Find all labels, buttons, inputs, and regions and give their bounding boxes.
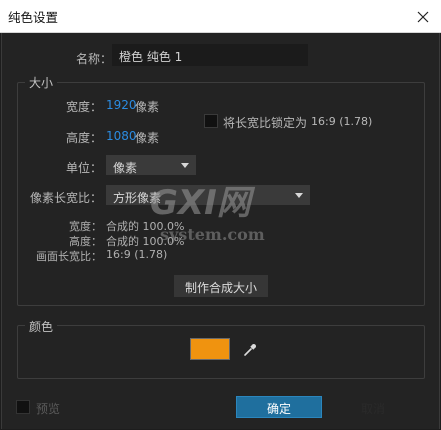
cancel-button[interactable]: 取消 bbox=[330, 396, 416, 418]
make-comp-size-button[interactable]: 制作合成大小 bbox=[174, 275, 268, 297]
title-bar bbox=[0, 0, 441, 33]
svg-text:GXI网: GXI网 bbox=[150, 183, 256, 223]
ok-button[interactable]: 确定 bbox=[236, 396, 322, 418]
height-unit: 像素 bbox=[135, 131, 160, 145]
width-unit: 像素 bbox=[135, 100, 160, 114]
info-height-label: 高度： bbox=[69, 235, 102, 248]
window-title: 纯色设置 bbox=[8, 10, 59, 25]
size-group-title: 大小 bbox=[25, 74, 58, 91]
unit-select[interactable]: 像素 bbox=[106, 155, 196, 175]
info-frame-aspect-label: 画面长宽比： bbox=[36, 250, 102, 263]
close-icon bbox=[417, 11, 428, 22]
info-frame-aspect-value: 16:9 (1.78) bbox=[106, 248, 168, 261]
close-button[interactable] bbox=[404, 0, 441, 33]
height-value[interactable]: 1080 bbox=[106, 129, 137, 143]
lock-aspect-label: 将长宽比锁定为 bbox=[223, 116, 308, 130]
chevron-down-icon bbox=[295, 193, 303, 198]
unit-select-value: 像素 bbox=[113, 161, 138, 175]
lock-aspect-ratio: 16:9 (1.78) bbox=[311, 115, 373, 128]
chevron-down-icon bbox=[181, 163, 189, 168]
eyedropper-button[interactable] bbox=[238, 338, 262, 362]
unit-label: 单位： bbox=[65, 161, 102, 175]
watermark-logo: GXI网 system.com bbox=[150, 183, 265, 244]
svg-text:system.com: system.com bbox=[160, 225, 265, 244]
preview-label: 预览 bbox=[36, 402, 61, 416]
lock-aspect-checkbox[interactable] bbox=[204, 114, 218, 128]
preview-checkbox[interactable] bbox=[16, 400, 30, 414]
width-value[interactable]: 1920 bbox=[106, 98, 137, 112]
width-label: 宽度： bbox=[65, 100, 102, 114]
info-width-label: 宽度： bbox=[69, 220, 102, 233]
pixel-aspect-label: 像素长宽比： bbox=[29, 191, 102, 205]
eyedropper-icon bbox=[244, 344, 256, 356]
name-label: 名称： bbox=[76, 52, 113, 66]
name-input[interactable]: 橙色 纯色 1 bbox=[112, 44, 308, 66]
color-swatch[interactable] bbox=[190, 338, 230, 360]
height-label: 高度： bbox=[65, 131, 102, 145]
color-group-title: 颜色 bbox=[25, 318, 58, 335]
